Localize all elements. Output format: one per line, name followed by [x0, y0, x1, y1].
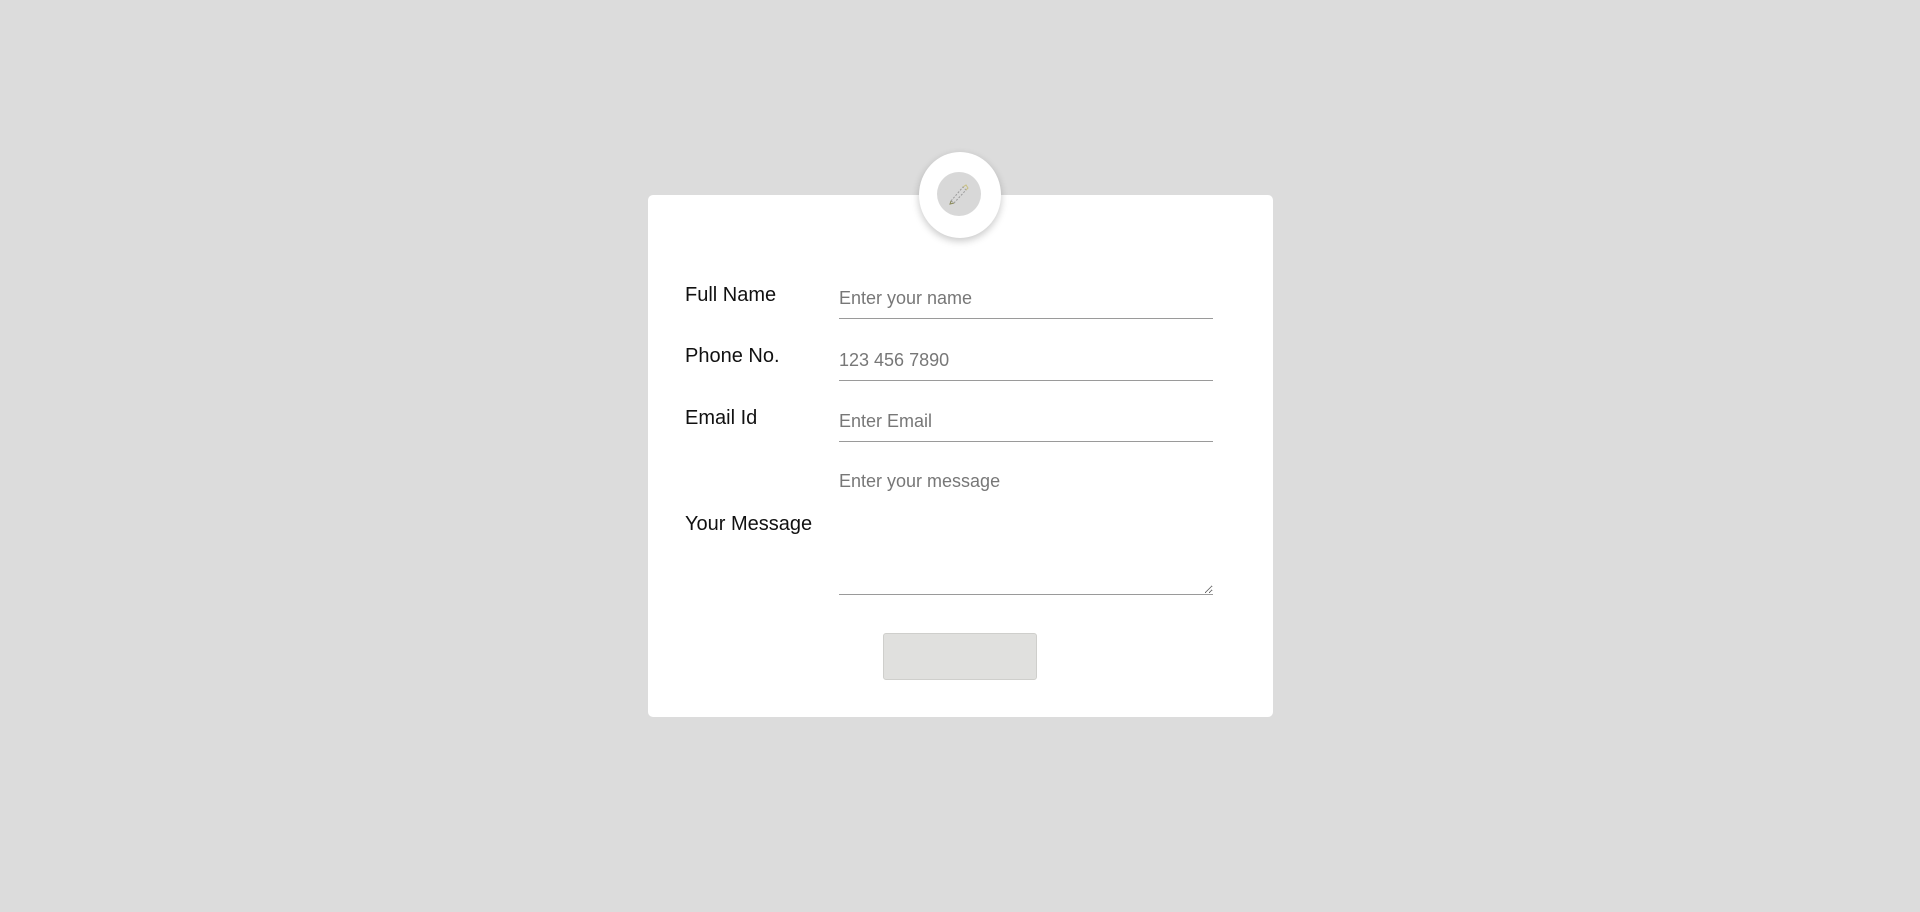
- email-input[interactable]: [839, 401, 1213, 442]
- message-row: Your Message: [685, 463, 1215, 595]
- full-name-input[interactable]: [839, 278, 1213, 319]
- full-name-row: Full Name: [685, 278, 1215, 328]
- pen-icon: [949, 184, 969, 205]
- message-textarea[interactable]: [839, 463, 1213, 595]
- phone-input[interactable]: [839, 340, 1213, 381]
- message-label: Your Message: [685, 513, 813, 535]
- full-name-label: Full Name: [685, 284, 777, 306]
- phone-row: Phone No.: [685, 340, 1215, 390]
- email-label: Email Id: [685, 407, 758, 429]
- submit-button[interactable]: [883, 633, 1037, 680]
- logo-circle: [937, 172, 981, 216]
- phone-label: Phone No.: [685, 345, 780, 367]
- email-row: Email Id: [685, 401, 1215, 451]
- logo-badge: [919, 152, 1001, 238]
